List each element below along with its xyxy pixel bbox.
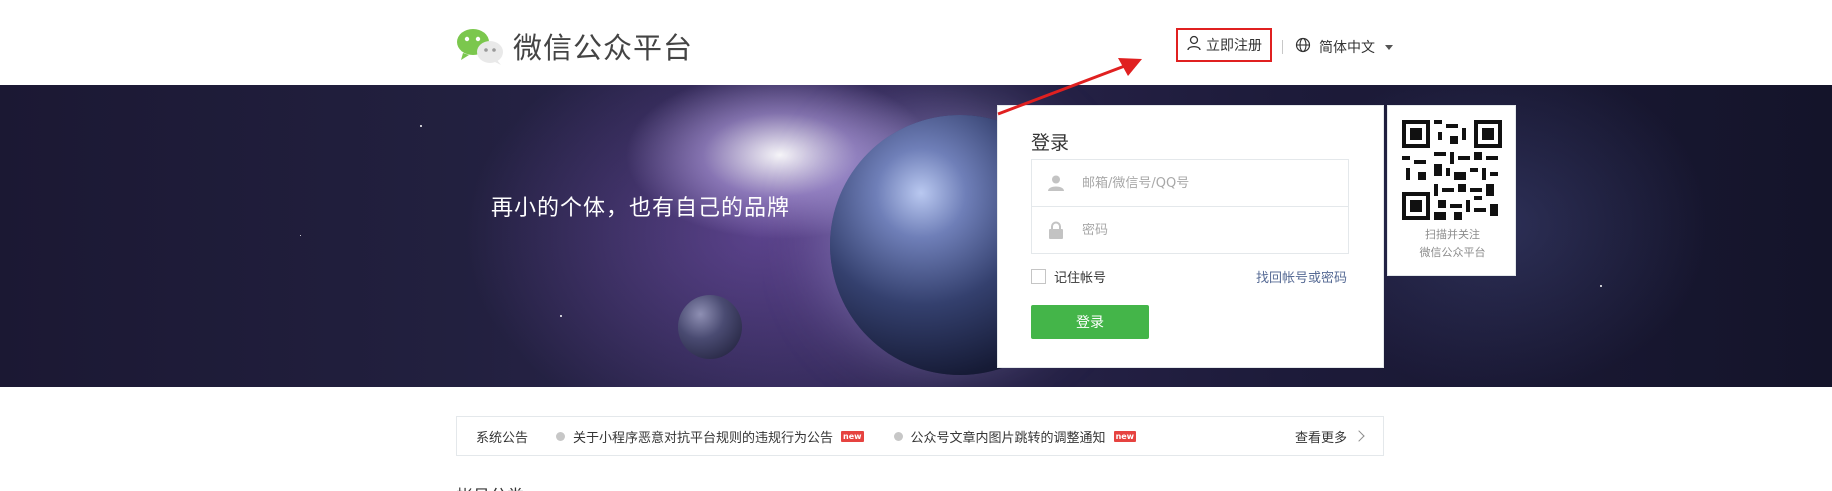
section-heading: 帐号分类 [456, 482, 524, 491]
register-link[interactable]: 立即注册 [1176, 28, 1272, 62]
view-more-link[interactable]: 查看更多 [1294, 427, 1365, 446]
bullet-icon [556, 431, 566, 441]
language-label: 简体中文 [1319, 40, 1375, 56]
announcement-label: 系统公告 [476, 430, 529, 446]
qr-code-icon [1402, 120, 1502, 220]
header-actions: 立即注册 简体中文 [1176, 28, 1393, 62]
login-panel: 登录 记住帐号 找回帐号或密码 登录 [997, 105, 1384, 368]
password-input[interactable] [1082, 222, 1332, 238]
user-icon [1186, 35, 1202, 55]
account-input[interactable] [1082, 175, 1332, 191]
announcement-item[interactable]: 关于小程序恶意对抗平台规则的违规行为公告 new [556, 427, 864, 446]
forgot-password-link[interactable]: 找回帐号或密码 [1256, 267, 1347, 286]
annotation-arrow-icon [997, 58, 1142, 116]
star-decoration [420, 125, 422, 127]
password-field[interactable] [1031, 206, 1349, 254]
star-decoration [1600, 285, 1602, 287]
new-badge: new [841, 430, 864, 442]
header-divider [1282, 40, 1283, 54]
new-badge: new [1113, 430, 1137, 442]
qr-panel: 扫描并关注 微信公众平台 [1387, 105, 1516, 276]
star-decoration [300, 235, 301, 236]
wechat-logo-icon [455, 26, 507, 66]
language-selector[interactable]: 简体中文 [1295, 37, 1393, 57]
view-more-label: 查看更多 [1294, 430, 1347, 446]
moon-illustration [678, 295, 742, 359]
qr-caption: 扫描并关注 [1425, 228, 1480, 241]
globe-icon [1295, 37, 1311, 57]
announcement-text: 公众号文章内图片跳转的调整通知 [910, 430, 1106, 446]
login-title: 登录 [1031, 132, 1070, 154]
bullet-icon [893, 431, 903, 441]
account-field[interactable] [1031, 159, 1349, 207]
announcement-text: 关于小程序恶意对抗平台规则的违规行为公告 [573, 430, 834, 446]
lock-icon [1047, 221, 1065, 239]
announcement-bar: 系统公告 关于小程序恶意对抗平台规则的违规行为公告 new 公众号文章内图片跳转… [456, 416, 1384, 456]
caret-down-icon [1385, 44, 1393, 50]
chevron-right-icon [1353, 430, 1365, 442]
logo[interactable]: 微信公众平台 [455, 26, 693, 66]
hero-banner: 再小的个体，也有自己的品牌 [0, 85, 1832, 387]
qr-caption: 微信公众平台 [1419, 246, 1486, 259]
announcement-item[interactable]: 公众号文章内图片跳转的调整通知 new [893, 427, 1137, 446]
user-icon [1047, 174, 1065, 192]
remember-label: 记住帐号 [1054, 271, 1107, 286]
star-decoration [560, 315, 562, 317]
remember-account[interactable]: 记住帐号 [1031, 267, 1106, 286]
site-title: 微信公众平台 [513, 31, 694, 65]
page-header: 微信公众平台 立即注册 简体中文 [0, 0, 1832, 85]
remember-checkbox[interactable] [1031, 269, 1046, 284]
register-label: 立即注册 [1206, 38, 1262, 54]
login-button[interactable]: 登录 [1031, 305, 1149, 339]
banner-slogan: 再小的个体，也有自己的品牌 [491, 196, 791, 221]
